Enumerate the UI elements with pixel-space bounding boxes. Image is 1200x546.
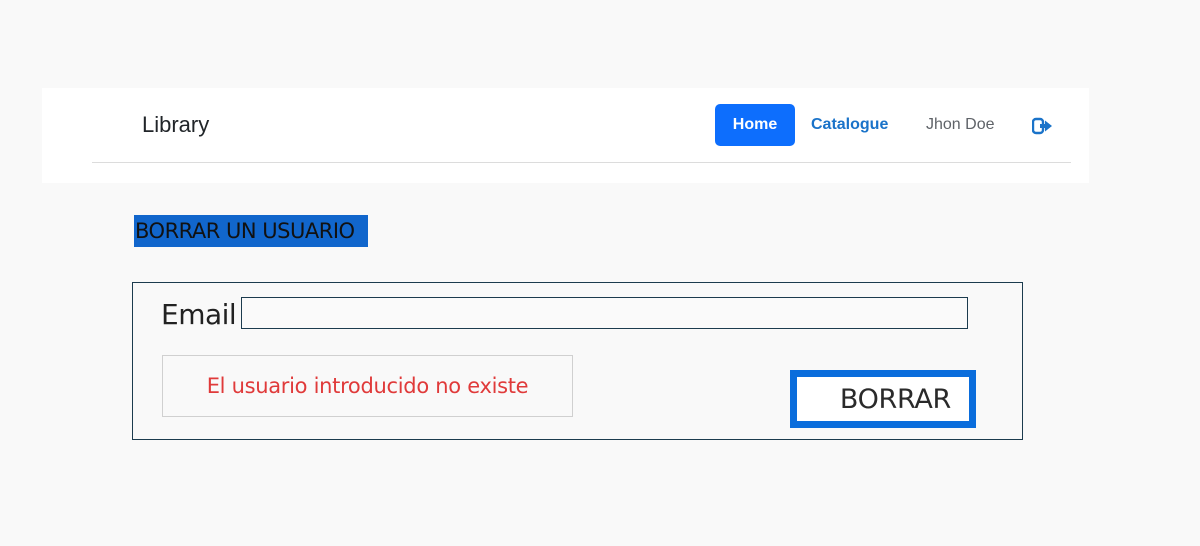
nav-catalogue-link[interactable]: Catalogue <box>811 116 888 134</box>
page-title: BORRAR UN USUARIO <box>134 215 368 247</box>
nav-user-link[interactable]: Jhon Doe <box>926 116 995 134</box>
delete-button[interactable]: BORRAR <box>790 370 976 428</box>
delete-user-form: Email El usuario introducido no existe B… <box>132 282 1023 440</box>
navbar: Library Home Catalogue Jhon Doe <box>42 88 1089 183</box>
navbar-divider <box>92 162 1071 163</box>
brand-title[interactable]: Library <box>142 112 209 138</box>
nav-home-button[interactable]: Home <box>715 104 795 146</box>
email-label: Email <box>161 298 237 331</box>
logout-icon[interactable] <box>1031 116 1054 136</box>
error-message: El usuario introducido no existe <box>162 355 573 417</box>
email-field[interactable] <box>241 297 968 329</box>
